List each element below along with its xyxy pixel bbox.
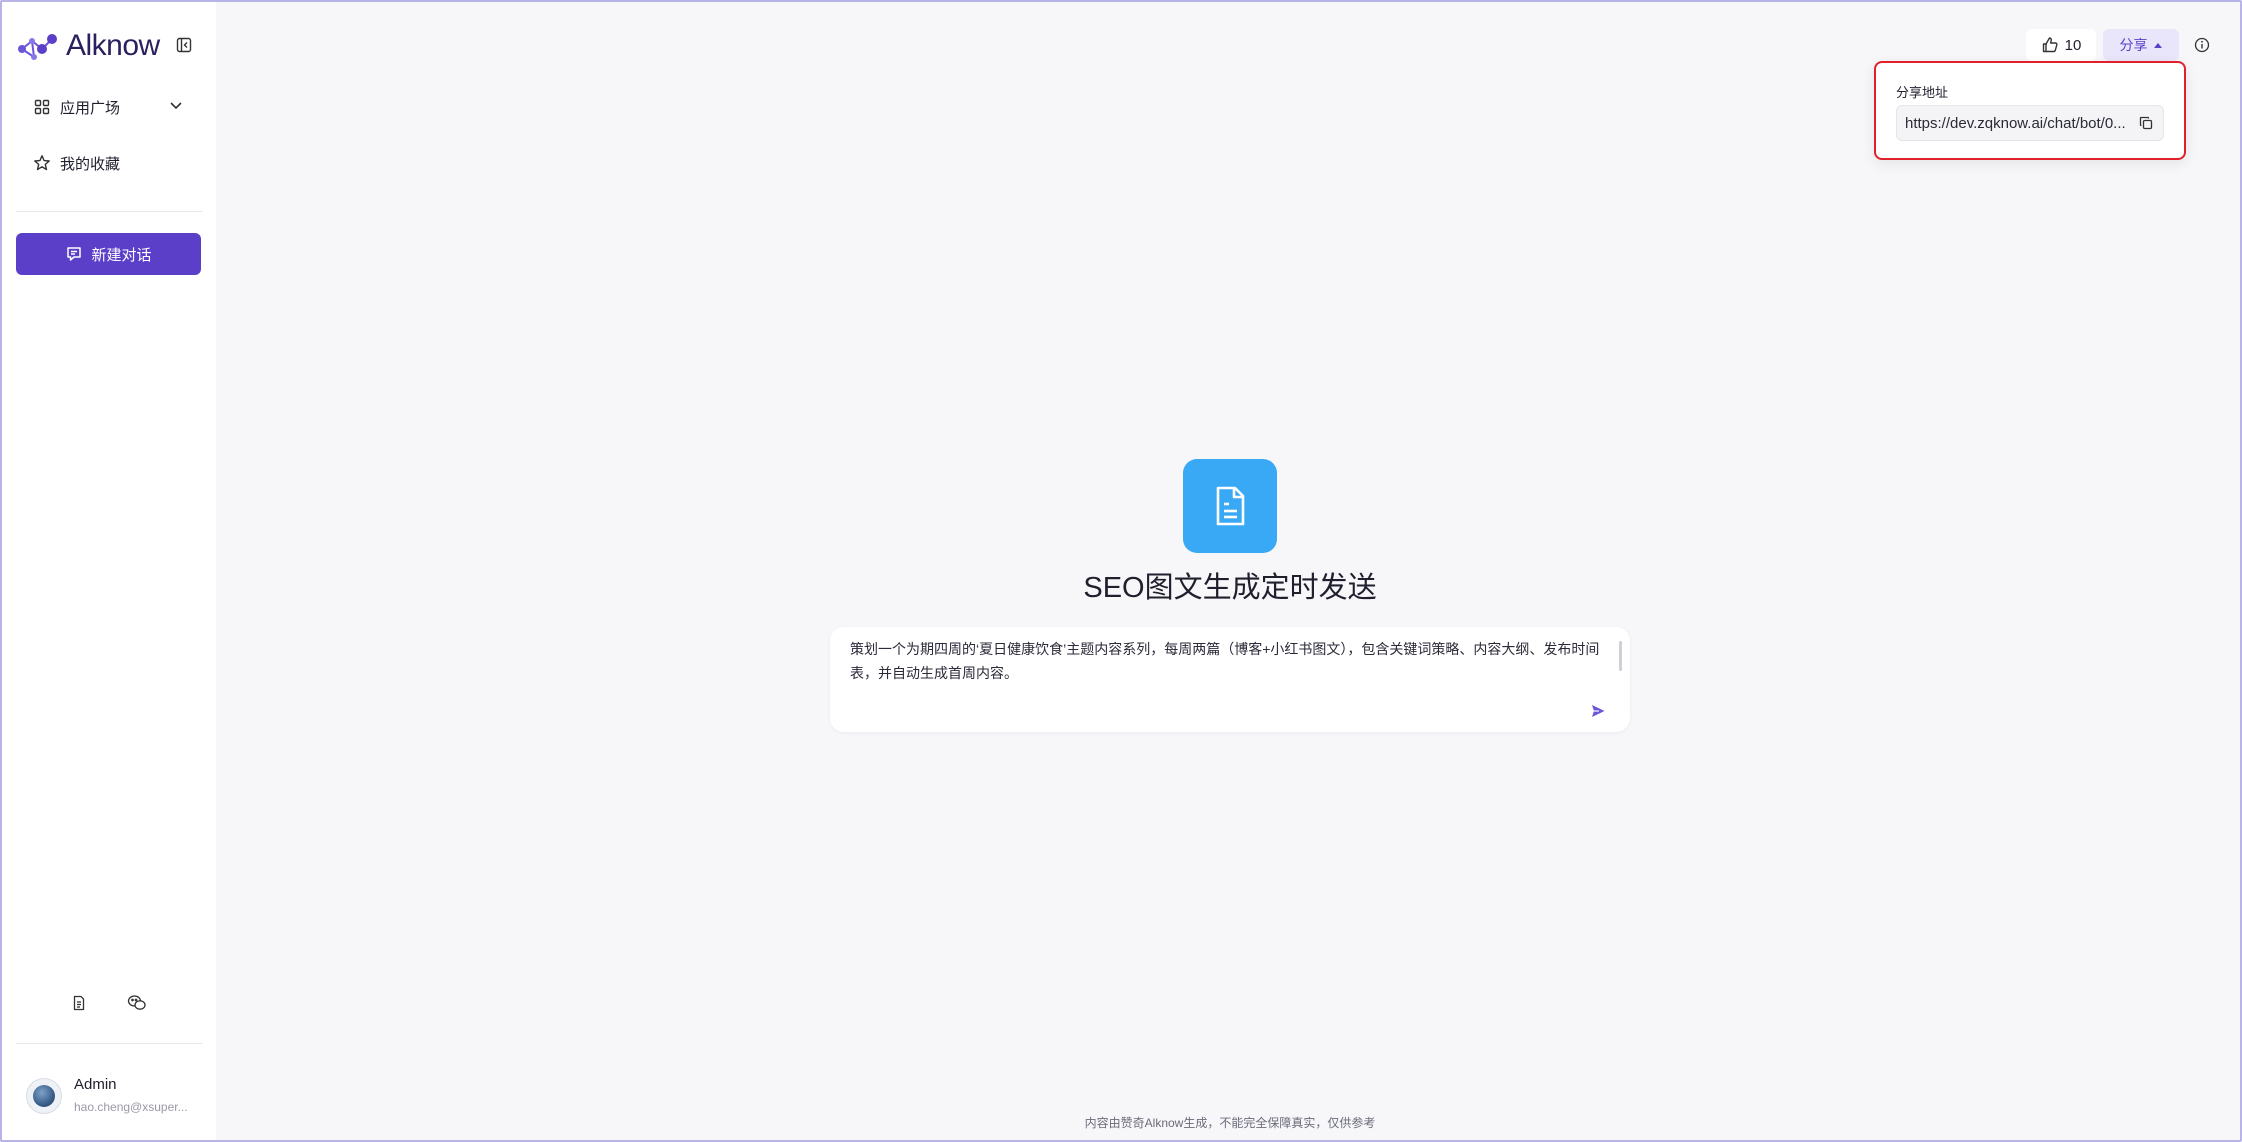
like-count: 10 bbox=[2064, 36, 2082, 54]
sidebar-item-favorites[interactable]: 我的收藏 bbox=[20, 143, 198, 183]
chat-input[interactable]: 策划一个为期四周的‘夏日健康饮食’主题内容系列，每周两篇（博客+小红书图文），包… bbox=[850, 637, 1602, 685]
sidebar-divider bbox=[16, 211, 202, 212]
app-title: SEO图文生成定时发送 bbox=[1083, 572, 1377, 604]
logo: Alknow bbox=[16, 26, 160, 66]
share-button[interactable]: 分享 bbox=[2103, 29, 2179, 61]
new-chat-label: 新建对话 bbox=[91, 246, 152, 264]
document-icon bbox=[73, 995, 85, 1011]
share-url[interactable]: https://dev.zqknow.ai/chat/bot/0... bbox=[1905, 115, 2137, 132]
document-button[interactable] bbox=[64, 988, 94, 1018]
info-icon bbox=[2194, 37, 2210, 53]
sidebar-bottom-tools bbox=[2, 988, 216, 1018]
caret-up-icon bbox=[2153, 41, 2163, 49]
send-button[interactable] bbox=[1586, 699, 1610, 723]
send-icon bbox=[1592, 705, 1605, 717]
share-label: 分享 bbox=[2119, 37, 2148, 53]
molecule-logo-icon bbox=[18, 34, 57, 60]
wechat-button[interactable] bbox=[122, 988, 152, 1018]
thumbs-up-icon bbox=[2041, 36, 2059, 54]
user-email: hao.cheng@xsuper... bbox=[74, 1100, 188, 1114]
copy-icon[interactable] bbox=[2137, 114, 2155, 132]
avatar bbox=[26, 1078, 62, 1114]
app-icon bbox=[1183, 459, 1277, 553]
new-chat-icon bbox=[65, 245, 83, 263]
grid-icon bbox=[32, 97, 52, 117]
chevron-down-icon[interactable] bbox=[168, 97, 184, 117]
document-icon bbox=[1216, 486, 1245, 526]
share-popover-title: 分享地址 bbox=[1896, 85, 1949, 100]
user-profile[interactable]: Admin hao.cheng@xsuper... bbox=[26, 1072, 206, 1122]
info-button[interactable] bbox=[2190, 33, 2214, 57]
star-icon bbox=[32, 153, 52, 173]
logo-text: Alknow bbox=[66, 29, 160, 62]
sidebar-item-label: 我的收藏 bbox=[60, 155, 121, 173]
like-button[interactable]: 10 bbox=[2026, 29, 2096, 61]
share-popover: 分享地址 https://dev.zqknow.ai/chat/bot/0... bbox=[1874, 61, 2186, 160]
app-window: Alknow 应用广场 我的收藏 新建对话 Admin hao.cheng@xs… bbox=[0, 0, 2242, 1142]
wechat-icon bbox=[127, 995, 146, 1010]
disclaimer-text: 内容由赞奇Alknow生成，不能完全保障真实，仅供参考 bbox=[1084, 1116, 1376, 1130]
sidebar-divider bbox=[16, 1043, 202, 1044]
user-name: Admin bbox=[74, 1076, 117, 1093]
sidebar-collapse-icon bbox=[176, 37, 192, 53]
sidebar-item-label: 应用广场 bbox=[60, 99, 121, 117]
sidebar-item-app-market[interactable]: 应用广场 bbox=[20, 87, 198, 127]
new-chat-button[interactable]: 新建对话 bbox=[16, 233, 201, 275]
collapse-sidebar-button[interactable] bbox=[172, 33, 196, 57]
input-scrollbar[interactable] bbox=[1619, 641, 1622, 671]
sidebar: Alknow 应用广场 我的收藏 新建对话 Admin hao.cheng@xs… bbox=[2, 2, 216, 1140]
share-url-field[interactable]: https://dev.zqknow.ai/chat/bot/0... bbox=[1896, 105, 2164, 141]
chat-input-box[interactable]: 策划一个为期四周的‘夏日健康饮食’主题内容系列，每周两篇（博客+小红书图文），包… bbox=[830, 627, 1630, 732]
